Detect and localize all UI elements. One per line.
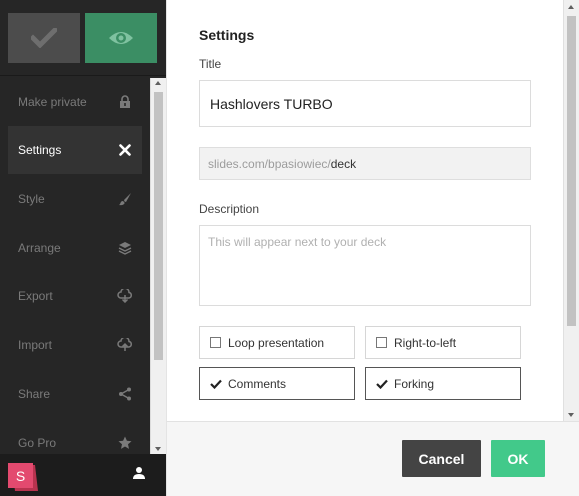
close-icon[interactable] (117, 142, 133, 158)
comments-checkbox[interactable]: Comments (199, 367, 355, 400)
settings-scrollbar[interactable] (563, 0, 579, 421)
checkmark-icon (210, 379, 222, 389)
option-label: Forking (394, 376, 435, 391)
preview-button[interactable] (85, 13, 157, 63)
brush-icon (117, 191, 133, 207)
option-label: Right-to-left (394, 335, 457, 350)
deck-url-slug[interactable]: deck (331, 157, 356, 171)
sidebar-item-label: Export (18, 289, 53, 303)
sidebar-item-import[interactable]: Import (8, 321, 142, 369)
sidebar-item-export[interactable]: Export (8, 272, 142, 320)
sidebar-scrollbar[interactable] (150, 78, 166, 454)
ok-button[interactable]: OK (491, 440, 545, 477)
description-textarea[interactable] (199, 225, 531, 306)
sidebar-item-make-private[interactable]: Make private (8, 78, 142, 126)
sidebar-item-go-pro[interactable]: Go Pro (8, 419, 142, 454)
sidebar-item-label: Arrange (18, 241, 61, 255)
scroll-down-arrow-icon[interactable] (155, 447, 161, 451)
title-input[interactable] (199, 80, 531, 127)
star-icon (117, 435, 133, 451)
title-label: Title (199, 57, 222, 71)
sidebar-item-label: Style (18, 192, 45, 206)
sidebar-item-settings[interactable]: Settings (8, 126, 142, 174)
forking-checkbox[interactable]: Forking (365, 367, 521, 400)
checkbox-box (210, 337, 221, 348)
deck-url-field[interactable]: slides.com/bpasiowiec/deck (199, 147, 531, 180)
sidebar-item-label: Import (18, 338, 53, 352)
scroll-down-arrow-icon[interactable] (568, 413, 574, 417)
save-button[interactable] (8, 13, 80, 63)
lock-icon (117, 94, 133, 110)
sidebar-item-arrange[interactable]: Arrange (8, 224, 142, 272)
sidebar-item-label: Share (18, 387, 51, 401)
sidebar-item-share[interactable]: Share (8, 370, 142, 418)
sidebar-item-label: Settings (18, 143, 62, 157)
right-to-left-checkbox[interactable]: Right-to-left (365, 326, 521, 359)
checkbox-box (376, 337, 387, 348)
deck-url-prefix: slides.com/bpasiowiec/ (208, 156, 331, 171)
loop-presentation-checkbox[interactable]: Loop presentation (199, 326, 355, 359)
description-label: Description (199, 202, 260, 216)
cancel-button[interactable]: Cancel (402, 440, 481, 477)
option-label: Loop presentation (228, 335, 325, 350)
scrollbar-thumb[interactable] (567, 16, 576, 326)
cloud-download-icon (117, 288, 133, 304)
cloud-upload-icon (117, 337, 133, 353)
logo-letter: S (16, 468, 25, 484)
scroll-up-arrow-icon[interactable] (568, 5, 574, 9)
sidebar-item-label: Go Pro (18, 436, 57, 450)
option-label: Comments (228, 376, 287, 391)
scroll-up-arrow-icon[interactable] (155, 81, 161, 85)
sidebar-item-style[interactable]: Style (8, 175, 142, 223)
sidebar-menu: Make private Settings Style Arrange Expo… (0, 78, 150, 454)
settings-heading: Settings (199, 27, 255, 43)
share-icon (117, 386, 133, 402)
eye-icon (109, 32, 133, 44)
checkmark-icon (376, 379, 388, 389)
slides-logo[interactable]: S (8, 463, 38, 491)
user-icon[interactable] (132, 466, 146, 485)
scrollbar-thumb[interactable] (154, 92, 163, 360)
checkmark-icon (31, 28, 57, 48)
sidebar-item-label: Make private (18, 95, 87, 109)
sidebar-top-buttons (0, 0, 166, 76)
layers-icon (117, 240, 133, 256)
